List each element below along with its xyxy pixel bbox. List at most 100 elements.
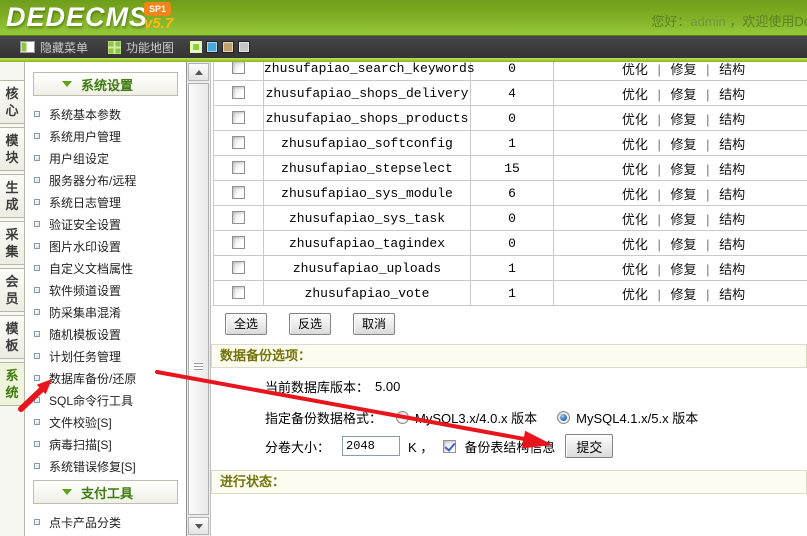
row-checkbox[interactable]	[232, 211, 245, 224]
row-checkbox[interactable]	[232, 286, 245, 299]
optimize-link[interactable]: 优化	[622, 137, 648, 152]
header-bar: DEDECMS SP1 v5.7 您好：admin ，欢迎使用De	[0, 0, 807, 36]
bullet-icon	[34, 221, 40, 227]
menu-section-header[interactable]: 系统设置	[33, 72, 178, 96]
optimize-link[interactable]: 优化	[622, 287, 648, 302]
submit-button[interactable]: 提交	[565, 434, 613, 458]
sidebar-menu-item[interactable]: 软件频道设置	[25, 279, 186, 301]
structure-link[interactable]: 结构	[719, 237, 745, 252]
scroll-down-button[interactable]	[188, 517, 209, 535]
hide-menu-button[interactable]: 隐藏菜单	[20, 39, 88, 56]
backup-structure-checkbox[interactable]	[443, 440, 456, 453]
theme-swatch-green-theme[interactable]	[190, 41, 202, 53]
structure-link[interactable]: 结构	[719, 112, 745, 127]
volume-size-input[interactable]	[342, 436, 400, 456]
optimize-link[interactable]: 优化	[622, 87, 648, 102]
row-checkbox[interactable]	[232, 86, 245, 99]
structure-link[interactable]: 结构	[719, 262, 745, 277]
sidebar-tab[interactable]: 模块	[0, 127, 24, 171]
volume-size-line: 分卷大小： K ， 备份表结构信息 提交	[211, 433, 807, 459]
function-map-label: 功能地图	[126, 39, 174, 56]
repair-link[interactable]: 修复	[670, 62, 696, 77]
greeting-prefix: 您好：	[651, 14, 690, 29]
scrollbar-thumb[interactable]	[188, 83, 209, 515]
sidebar-menu-item[interactable]: 用户组设定	[25, 147, 186, 169]
structure-link[interactable]: 结构	[719, 87, 745, 102]
structure-link[interactable]: 结构	[719, 287, 745, 302]
sidebar-menu-item[interactable]: SQL命令行工具	[25, 389, 186, 411]
optimize-link[interactable]: 优化	[622, 162, 648, 177]
sidebar-menu-item[interactable]: 系统基本参数	[25, 103, 186, 125]
repair-link[interactable]: 修复	[670, 137, 696, 152]
row-checkbox[interactable]	[232, 111, 245, 124]
sidebar-menu-item[interactable]: 数据库备份/还原	[25, 367, 186, 389]
structure-link[interactable]: 结构	[719, 187, 745, 202]
separator: |	[697, 262, 720, 277]
sidebar-menu-item[interactable]: 系统用户管理	[25, 125, 186, 147]
repair-link[interactable]: 修复	[670, 237, 696, 252]
sidebar-menu-item[interactable]: 验证安全设置	[25, 213, 186, 235]
sidebar-menu-item[interactable]: 计划任务管理	[25, 345, 186, 367]
row-checkbox[interactable]	[232, 62, 245, 74]
repair-link[interactable]: 修复	[670, 112, 696, 127]
sidebar-menu-item[interactable]: 病毒扫描[S]	[25, 433, 186, 455]
sidebar-menu-item[interactable]: 随机模板设置	[25, 323, 186, 345]
sidebar-menu-item[interactable]: 自定义文档属性	[25, 257, 186, 279]
repair-link[interactable]: 修复	[670, 87, 696, 102]
optimize-link[interactable]: 优化	[622, 212, 648, 227]
repair-link[interactable]: 修复	[670, 162, 696, 177]
function-map-button[interactable]: 功能地图	[108, 39, 174, 56]
structure-link[interactable]: 结构	[719, 162, 745, 177]
sidebar-tab[interactable]: 生成	[0, 174, 24, 218]
invert-select-button[interactable]: 反选	[289, 313, 331, 335]
sidebar-tab[interactable]: 核心	[0, 80, 24, 124]
sidebar-tab[interactable]: 模板	[0, 315, 24, 359]
username: admin	[690, 14, 725, 29]
backup-format-label: 指定备份数据格式：	[265, 408, 382, 427]
menu-section-title: 系统设置	[81, 75, 133, 94]
repair-link[interactable]: 修复	[670, 212, 696, 227]
repair-link[interactable]: 修复	[670, 287, 696, 302]
bullet-icon	[34, 111, 40, 117]
sidebar-menu-item[interactable]: 图片水印设置	[25, 235, 186, 257]
cancel-select-button[interactable]: 取消	[353, 313, 395, 335]
format-radio-option[interactable]: MySQL4.1.x/5.x 版本	[557, 408, 700, 427]
menu-item-label: 计划任务管理	[49, 348, 121, 365]
row-checkbox[interactable]	[232, 136, 245, 149]
sidebar-tab[interactable]: 会员	[0, 268, 24, 312]
theme-swatch-silver-theme[interactable]	[238, 41, 250, 53]
optimize-link[interactable]: 优化	[622, 112, 648, 127]
row-checkbox[interactable]	[232, 261, 245, 274]
structure-link[interactable]: 结构	[719, 212, 745, 227]
theme-swatch-tan-theme[interactable]	[222, 41, 234, 53]
optimize-link[interactable]: 优化	[622, 62, 648, 77]
structure-link[interactable]: 结构	[719, 137, 745, 152]
thumb-grip-icon	[194, 363, 203, 371]
repair-link[interactable]: 修复	[670, 262, 696, 277]
menu-scrollbar[interactable]	[187, 62, 211, 536]
format-radio-option[interactable]: MySQL3.x/4.0.x 版本	[396, 408, 539, 427]
scroll-up-button[interactable]	[188, 63, 209, 81]
row-checkbox[interactable]	[232, 161, 245, 174]
radio-icon	[557, 411, 570, 424]
menu-section-header[interactable]: 支付工具	[33, 480, 178, 504]
select-all-button[interactable]: 全选	[225, 313, 267, 335]
sidebar-menu-item[interactable]: 服务器分布/远程	[25, 169, 186, 191]
sidebar-tab[interactable]: 系统	[0, 362, 24, 406]
sidebar-menu-item[interactable]: 系统错误修复[S]	[25, 455, 186, 477]
optimize-link[interactable]: 优化	[622, 237, 648, 252]
sidebar-menu-item[interactable]: 文件校验[S]	[25, 411, 186, 433]
optimize-link[interactable]: 优化	[622, 187, 648, 202]
sidebar-menu-item[interactable]: 点卡产品分类	[25, 511, 186, 533]
record-count-cell: 1	[471, 256, 554, 281]
menu-item-label: 系统错误修复[S]	[49, 458, 136, 475]
row-checkbox[interactable]	[232, 236, 245, 249]
row-checkbox[interactable]	[232, 186, 245, 199]
structure-link[interactable]: 结构	[719, 62, 745, 77]
sidebar-tab[interactable]: 采集	[0, 221, 24, 265]
repair-link[interactable]: 修复	[670, 187, 696, 202]
sidebar-menu-item[interactable]: 防采集串混淆	[25, 301, 186, 323]
optimize-link[interactable]: 优化	[622, 262, 648, 277]
theme-swatch-blue-theme[interactable]	[206, 41, 218, 53]
sidebar-menu-item[interactable]: 系统日志管理	[25, 191, 186, 213]
